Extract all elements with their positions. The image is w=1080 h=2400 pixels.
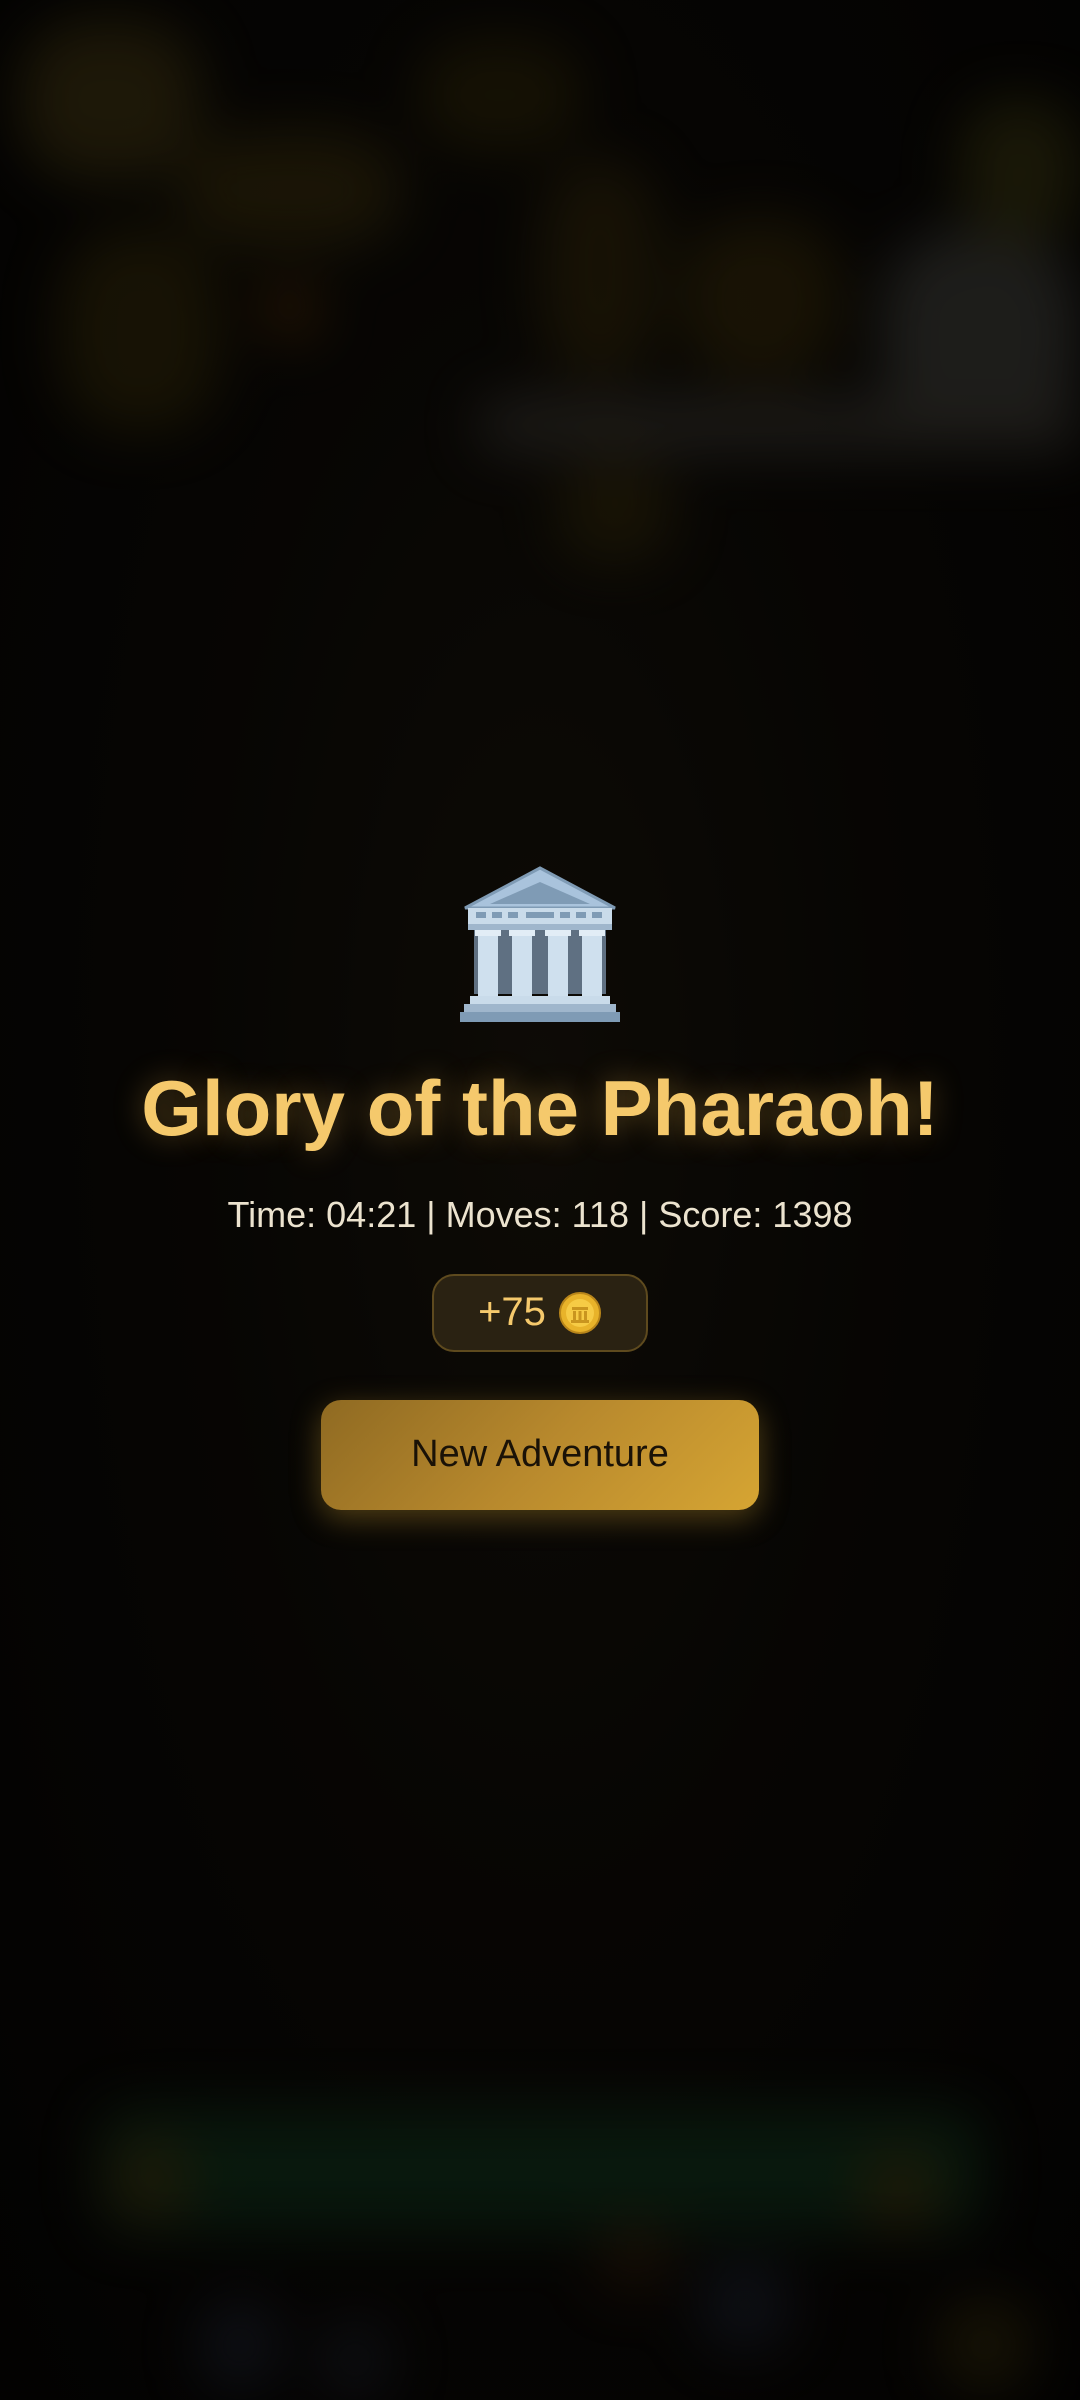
game-screen: Glory of the Pharaoh! Time: 04:21 | Move…	[0, 0, 1080, 2400]
classical-building-icon	[460, 866, 620, 1022]
game-stats: Time: 04:21 | Moves: 118 | Score: 1398	[227, 1193, 853, 1235]
win-title: Glory of the Pharaoh!	[141, 1064, 939, 1152]
reward-amount: +75	[478, 1290, 546, 1335]
coin-reward-badge: +75	[432, 1273, 648, 1352]
new-adventure-button[interactable]: New Adventure	[321, 1399, 759, 1510]
coin-icon	[558, 1291, 601, 1334]
win-dialog: Glory of the Pharaoh! Time: 04:21 | Move…	[0, 860, 1080, 1510]
